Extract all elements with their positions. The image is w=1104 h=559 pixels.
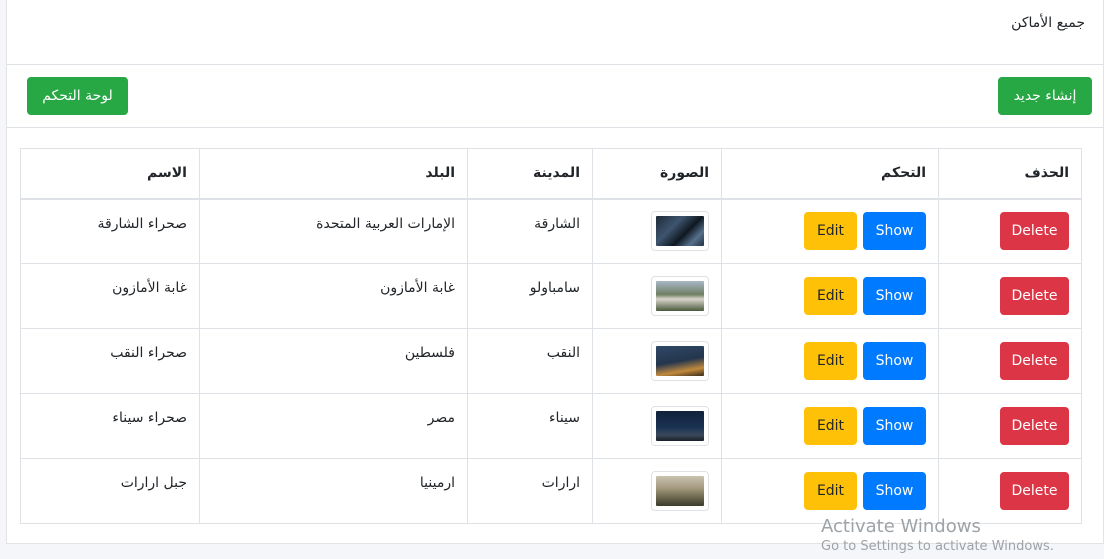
table-row: Delete Edit Show ارارات ارمينيا جبل ارارا…: [20, 458, 1082, 524]
place-image: [656, 411, 704, 441]
place-thumbnail: [651, 406, 709, 446]
image-cell: [592, 328, 722, 394]
delete-cell: Delete: [938, 458, 1082, 524]
country-cell: فلسطين: [199, 328, 468, 394]
name-cell: صحراء سيناء: [20, 393, 200, 459]
country-cell: الإمارات العربية المتحدة: [199, 198, 468, 264]
delete-button[interactable]: Delete: [1000, 212, 1069, 251]
name-column-header: الاسم: [20, 148, 200, 200]
place-thumbnail: [651, 471, 709, 511]
toolbar: إنشاء جديد لوحة التحكم: [7, 65, 1103, 128]
name-cell: غابة الأمازون: [20, 263, 200, 329]
image-cell: [592, 458, 722, 524]
windows-activation-watermark: Activate Windows Go to Settings to activ…: [821, 516, 1054, 556]
image-cell: [592, 393, 722, 459]
edit-button[interactable]: Edit: [804, 407, 857, 445]
create-new-button[interactable]: إنشاء جديد: [998, 77, 1092, 115]
city-cell: الشارقة: [467, 198, 593, 264]
show-button[interactable]: Show: [863, 277, 926, 315]
page-title: جميع الأماكن: [1011, 15, 1085, 31]
delete-button[interactable]: Delete: [1000, 472, 1069, 510]
place-image: [656, 476, 704, 506]
city-cell: ارارات: [467, 458, 593, 524]
place-image: [656, 216, 704, 247]
table-header-row: الحذف التحكم الصورة المدينة البلد الاسم: [20, 148, 1082, 200]
control-cell: Edit Show: [721, 458, 939, 524]
image-cell: [592, 263, 722, 329]
show-button[interactable]: Show: [863, 342, 926, 380]
show-button[interactable]: Show: [863, 407, 926, 445]
country-cell: ارمينيا: [199, 458, 468, 524]
name-cell: صحراء النقب: [20, 328, 200, 394]
show-button[interactable]: Show: [863, 472, 926, 510]
edit-button[interactable]: Edit: [804, 277, 857, 315]
table-row: Delete Edit Show النقب فلسطين صحراء النقب: [20, 328, 1082, 394]
delete-cell: Delete: [938, 263, 1082, 329]
edit-button[interactable]: Edit: [804, 342, 857, 380]
name-cell: جبل ارارات: [20, 458, 200, 524]
control-column-header: التحكم: [721, 148, 939, 200]
places-table: الحذف التحكم الصورة المدينة البلد الاسم …: [20, 148, 1082, 524]
city-cell: سامباولو: [467, 263, 593, 329]
place-image: [656, 281, 704, 311]
watermark-subtitle: Go to Settings to activate Windows.: [821, 539, 1054, 554]
image-cell: [592, 198, 722, 264]
name-cell: صحراء الشارقة: [20, 198, 200, 264]
delete-button[interactable]: Delete: [1000, 342, 1069, 380]
delete-cell: Delete: [938, 328, 1082, 394]
delete-cell: Delete: [938, 198, 1082, 264]
city-cell: النقب: [467, 328, 593, 394]
watermark-title: Activate Windows: [821, 516, 981, 537]
control-cell: Edit Show: [721, 198, 939, 264]
card-header: جميع الأماكن: [7, 0, 1103, 65]
edit-button[interactable]: Edit: [804, 212, 857, 251]
country-cell: مصر: [199, 393, 468, 459]
show-button[interactable]: Show: [863, 212, 926, 251]
control-cell: Edit Show: [721, 263, 939, 329]
table-row: Delete Edit Show سيناء مصر صحراء سيناء: [20, 393, 1082, 459]
table-row: Delete Edit Show الشارقة الإمارات العربية…: [20, 198, 1082, 264]
place-thumbnail: [651, 341, 709, 381]
country-cell: غابة الأمازون: [199, 263, 468, 329]
dashboard-button[interactable]: لوحة التحكم: [27, 77, 128, 115]
control-cell: Edit Show: [721, 328, 939, 394]
delete-column-header: الحذف: [938, 148, 1082, 200]
delete-cell: Delete: [938, 393, 1082, 459]
place-thumbnail: [651, 211, 709, 252]
place-image: [656, 346, 704, 376]
city-column-header: المدينة: [467, 148, 593, 200]
country-column-header: البلد: [199, 148, 468, 200]
table-row: Delete Edit Show سامباولو غابة الأمازون غ…: [20, 263, 1082, 329]
place-thumbnail: [651, 276, 709, 316]
control-cell: Edit Show: [721, 393, 939, 459]
image-column-header: الصورة: [592, 148, 722, 200]
delete-button[interactable]: Delete: [1000, 277, 1069, 315]
edit-button[interactable]: Edit: [804, 472, 857, 510]
delete-button[interactable]: Delete: [1000, 407, 1069, 445]
city-cell: سيناء: [467, 393, 593, 459]
